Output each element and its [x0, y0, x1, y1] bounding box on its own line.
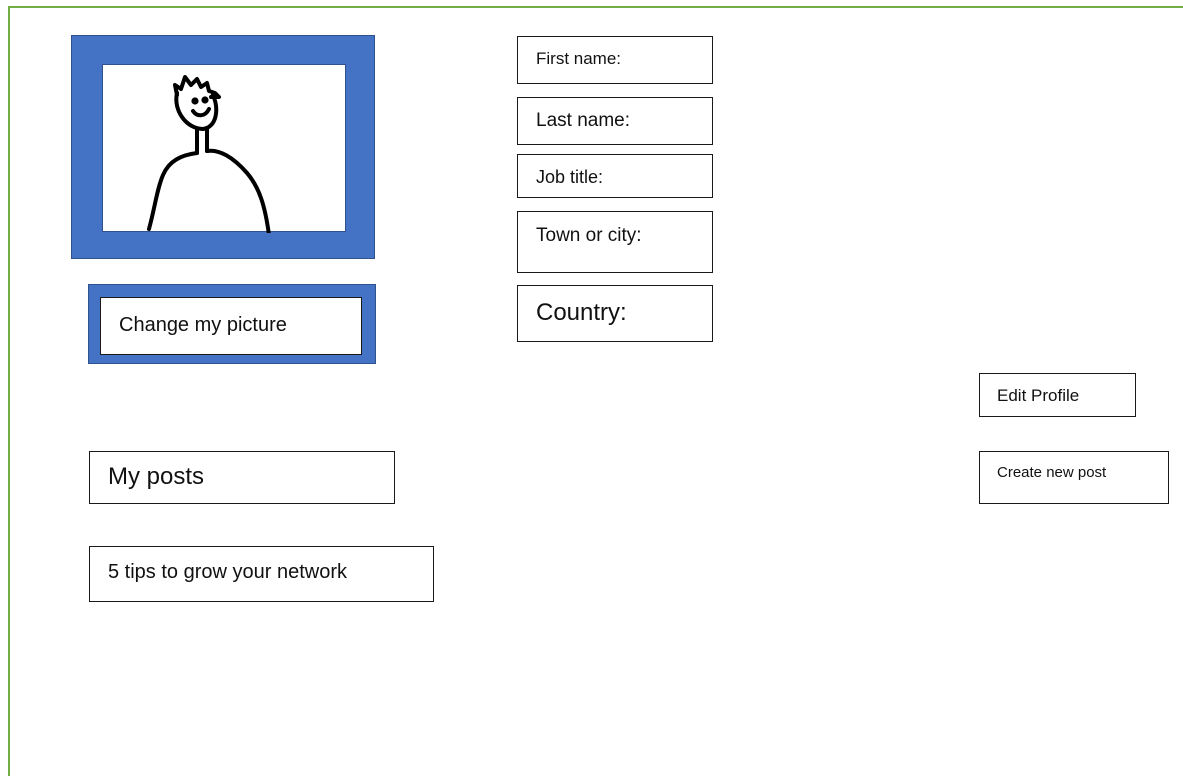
profile-picture: [102, 64, 346, 233]
job-title-field[interactable]: Job title:: [517, 154, 713, 198]
change-picture-button[interactable]: Change my picture: [100, 297, 362, 355]
avatar-icon: [147, 75, 271, 233]
last-name-field[interactable]: Last name:: [517, 97, 713, 145]
change-picture-button-frame: Change my picture: [88, 284, 376, 364]
profile-picture-frame: [71, 35, 375, 259]
country-field[interactable]: Country:: [517, 285, 713, 342]
post-item[interactable]: 5 tips to grow your network: [89, 546, 434, 602]
create-new-post-button[interactable]: Create new post: [979, 451, 1169, 504]
my-posts-heading: My posts: [89, 451, 395, 504]
first-name-field[interactable]: First name:: [517, 36, 713, 84]
edit-profile-button[interactable]: Edit Profile: [979, 373, 1136, 417]
town-or-city-field[interactable]: Town or city:: [517, 211, 713, 273]
